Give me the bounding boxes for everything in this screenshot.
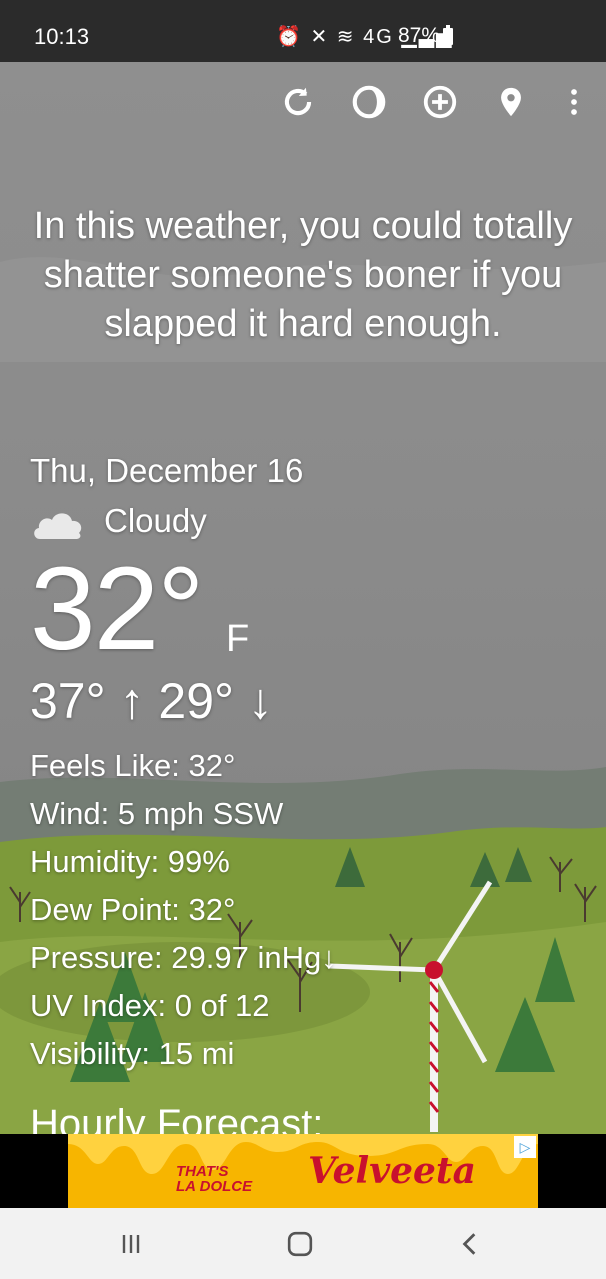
top-toolbar bbox=[0, 62, 606, 144]
battery-percent: 87% bbox=[398, 24, 441, 47]
ad-tagline: THAT'S LA DOLCE bbox=[176, 1164, 252, 1194]
forecast-date: Thu, December 16 bbox=[30, 452, 304, 489]
refresh-icon[interactable] bbox=[276, 80, 320, 124]
ad-banner[interactable]: THAT'S LA DOLCE Velveeta ▷ bbox=[0, 1134, 606, 1208]
location-pin-icon[interactable] bbox=[489, 80, 533, 124]
system-nav-bar bbox=[0, 1208, 606, 1279]
condition-label: Cloudy bbox=[104, 502, 207, 539]
dew-point: Dew Point: 32° bbox=[30, 892, 236, 927]
home-button[interactable] bbox=[270, 1222, 330, 1266]
ad-tagline-line2: LA DOLCE bbox=[176, 1178, 253, 1195]
back-button[interactable] bbox=[440, 1222, 500, 1266]
battery-icon bbox=[443, 25, 453, 45]
recent-apps-button[interactable] bbox=[101, 1222, 161, 1266]
uv-index: UV Index: 0 of 12 bbox=[30, 988, 270, 1023]
adchoices-icon[interactable]: ▷ bbox=[514, 1136, 536, 1158]
visibility: Visibility: 15 mi bbox=[30, 1036, 235, 1071]
ad-brand: Velveeta bbox=[308, 1150, 476, 1192]
high-low-temperature: 37° ↑ 29° ↓ bbox=[30, 673, 273, 729]
pressure: Pressure: 29.97 inHg↓ bbox=[30, 940, 337, 975]
current-temperature: 32° bbox=[30, 543, 204, 675]
feels-like: Feels Like: 32° bbox=[30, 748, 236, 783]
cloud-icon bbox=[34, 513, 82, 539]
wind: Wind: 5 mph SSW bbox=[30, 796, 284, 831]
status-bar: 10:13 ⏰ ✕ ≋ 4G ▁▃▅ 87% bbox=[0, 0, 606, 62]
hourly-forecast-heading: Hourly Forecast: bbox=[30, 1102, 324, 1134]
network-label: 4G bbox=[363, 26, 394, 48]
add-location-icon[interactable] bbox=[418, 80, 462, 124]
weather-scene[interactable]: In this weather, you could totally shatt… bbox=[0, 62, 606, 1134]
temperature-unit: F bbox=[226, 618, 250, 660]
theme-icon[interactable] bbox=[347, 80, 391, 124]
overflow-menu-icon[interactable] bbox=[552, 80, 596, 124]
weather-quote: In this weather, you could totally shatt… bbox=[33, 205, 573, 345]
status-time: 10:13 bbox=[34, 24, 90, 49]
ad-creative[interactable]: THAT'S LA DOLCE Velveeta ▷ bbox=[68, 1134, 538, 1208]
weather-details: Feels Like: 32° Wind: 5 mph SSW Humidity… bbox=[30, 742, 337, 1078]
humidity: Humidity: 99% bbox=[30, 844, 230, 879]
